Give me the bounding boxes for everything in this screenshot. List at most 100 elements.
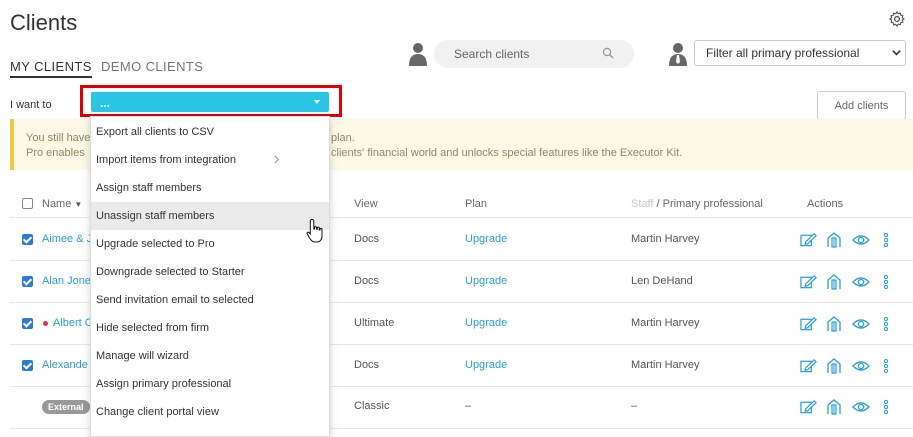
eye-icon[interactable] [852,274,870,290]
building-icon[interactable] [826,232,843,248]
row-checkbox[interactable] [22,360,33,371]
menu-item-label: Change client portal view [96,406,219,418]
sort-down-icon: ▼ [74,200,83,209]
action-dropdown-menu: Export all clients to CSV Import items f… [90,116,330,437]
column-header-professional: Staff / Primary professional [631,198,763,210]
menu-item-assign-primary[interactable]: Assign primary professional [91,370,329,398]
hand-cursor-icon [306,218,323,243]
person-icon [409,43,427,66]
menu-item-label: Import items from integration [96,154,236,166]
chevron-right-icon [274,155,280,164]
menu-item-import-integration[interactable]: Import items from integration [91,146,329,174]
row-checkbox[interactable] [22,276,33,287]
tab-demo-clients[interactable]: DEMO CLIENTS [101,59,203,74]
column-header-primary[interactable]: Primary professional [663,198,763,210]
edit-icon[interactable] [800,274,817,290]
more-vertical-icon[interactable] [882,274,899,290]
menu-item-manage-will[interactable]: Manage will wizard [91,342,329,370]
column-header-name[interactable]: Name ▼ [42,198,82,210]
menu-item-send-invitation[interactable]: Send invitation email to selected [91,286,329,314]
more-vertical-icon[interactable] [882,358,899,374]
page-title: Clients [10,10,78,35]
menu-item-unassign-staff[interactable]: Unassign staff members [91,202,329,230]
client-name[interactable]: Alexande [42,359,88,371]
notice-line-1-tail: plan. [331,132,355,144]
client-view: Docs [354,359,380,371]
building-icon[interactable] [826,274,843,290]
client-name[interactable]: Albert C [53,317,93,329]
column-header-actions: Actions [807,198,844,210]
client-view: Classic [354,400,390,412]
notice-line-1: You still have [26,132,91,144]
upgrade-link[interactable]: Upgrade [465,317,507,329]
menu-item-label: Send invitation email to selected [96,294,254,306]
select-all-checkbox[interactable] [22,198,33,209]
primary-professional: Martin Harvey [631,317,700,329]
chevron-down-icon [892,50,901,56]
more-vertical-icon[interactable] [882,316,899,332]
status-dot [43,321,48,326]
eye-icon[interactable] [852,399,870,415]
row-checkbox[interactable] [22,318,33,329]
edit-icon[interactable] [800,358,817,374]
menu-item-label: Downgrade selected to Starter [96,266,245,278]
menu-item-label: Upgrade selected to Pro [96,238,215,250]
eye-icon[interactable] [852,232,870,248]
client-name[interactable]: Alan Jone [42,275,91,287]
column-header-view: View [354,198,378,210]
column-header-separator: / [653,198,663,210]
eye-icon[interactable] [852,316,870,332]
more-vertical-icon[interactable] [882,399,899,415]
action-select[interactable] [91,92,329,112]
add-clients-button[interactable]: Add clients [817,91,906,120]
menu-item-change-portal-view[interactable]: Change client portal view [91,398,329,426]
professional-icon [669,43,687,66]
primary-professional: Len DeHand [631,275,693,287]
menu-item-downgrade-starter[interactable]: Downgrade selected to Starter [91,258,329,286]
building-icon[interactable] [826,399,843,415]
client-view: Ultimate [354,317,395,329]
upgrade-link[interactable]: Upgrade [465,359,507,371]
building-icon[interactable] [826,316,843,332]
menu-item-label: Hide selected from firm [96,322,210,334]
upgrade-link[interactable]: Upgrade [465,233,507,245]
edit-icon[interactable] [800,232,817,248]
more-vertical-icon[interactable] [882,232,899,248]
external-badge: External [42,400,90,414]
upgrade-link[interactable]: Upgrade [465,275,507,287]
notice-line-2-tail: clients' financial world and unlocks spe… [331,147,683,159]
menu-item-label: Export all clients to CSV [96,126,214,138]
column-header-name-label: Name [42,198,72,210]
primary-professional: Martin Harvey [631,359,700,371]
search-placeholder: Search clients [454,47,530,61]
plan-empty: – [465,400,472,412]
eye-icon[interactable] [852,358,870,374]
menu-item-upgrade-pro[interactable]: Upgrade selected to Pro [91,230,329,258]
search-icon[interactable] [602,47,614,59]
menu-item-hide-selected[interactable]: Hide selected from firm [91,314,329,342]
column-header-staff[interactable]: Staff [631,198,653,210]
primary-professional: Martin Harvey [631,233,700,245]
tab-my-clients[interactable]: MY CLIENTS [10,59,92,78]
i-want-to-label: I want to [10,99,52,111]
gear-icon[interactable] [888,10,906,28]
edit-icon[interactable] [800,399,817,415]
primary-professional: – [631,400,638,412]
column-header-plan: Plan [465,198,488,210]
client-view: Docs [354,233,380,245]
row-checkbox[interactable] [22,234,33,245]
menu-item-assign-staff[interactable]: Assign staff members [91,174,329,202]
client-view: Docs [354,275,380,287]
edit-icon[interactable] [800,316,817,332]
menu-item-label: Assign staff members [96,182,202,194]
client-name[interactable]: Aimee & J [42,233,92,245]
notice-line-2: Pro enables [26,147,85,159]
menu-item-label: Assign primary professional [96,378,232,390]
building-icon[interactable] [826,358,843,374]
menu-item-label: Unassign staff members [96,210,215,222]
menu-item-label: Manage will wizard [96,350,189,362]
caret-down-icon [314,100,320,104]
menu-item-export-csv[interactable]: Export all clients to CSV [91,118,329,146]
filter-selected: Filter all primary professional [706,46,860,60]
action-select-value: ... [100,96,111,110]
